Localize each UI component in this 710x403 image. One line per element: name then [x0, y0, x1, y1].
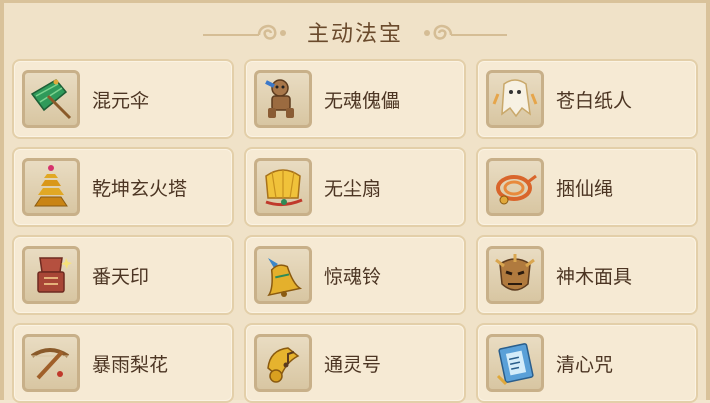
pagoda-icon — [34, 165, 68, 207]
artifact-label: 无魂傀儡 — [324, 89, 401, 112]
artifact-card-pagoda[interactable]: 乾坤玄火塔 — [12, 147, 234, 227]
artifact-label: 苍白纸人 — [556, 89, 633, 112]
paper-ghost-icon — [492, 79, 538, 118]
artifact-grid: 混元伞 无魂傀儡 苍白纸人 乾坤玄火塔 无尘扇 捆仙绳 番天印 惊魂铃 神木面具… — [12, 59, 698, 403]
mask-icon — [495, 254, 535, 291]
crossbow-icon-frame — [22, 334, 80, 392]
artifact-label: 番天印 — [92, 265, 150, 288]
artifact-card-crossbow[interactable]: 暴雨梨花 — [12, 323, 234, 403]
paper-ghost-icon-frame — [486, 70, 544, 128]
panel-header: 主动法宝 — [4, 9, 706, 55]
artifact-label: 通灵号 — [324, 353, 382, 376]
rope-icon — [496, 174, 537, 205]
scroll-book-icon — [496, 343, 534, 386]
umbrella-icon-frame — [22, 70, 80, 128]
artifact-label: 神木面具 — [556, 265, 633, 288]
artifact-card-umbrella[interactable]: 混元伞 — [12, 59, 234, 139]
mask-icon-frame — [486, 246, 544, 304]
artifact-card-rope[interactable]: 捆仙绳 — [476, 147, 698, 227]
seal-icon — [37, 257, 72, 293]
artifact-label: 混元伞 — [92, 89, 150, 112]
umbrella-icon — [30, 79, 72, 120]
artifact-card-paper-ghost[interactable]: 苍白纸人 — [476, 59, 698, 139]
artifact-label: 惊魂铃 — [324, 265, 382, 288]
horn-icon-frame — [254, 334, 312, 392]
crossbow-icon — [30, 348, 70, 380]
bell-icon — [267, 258, 303, 297]
scroll-book-icon-frame — [486, 334, 544, 392]
artifact-card-bell[interactable]: 惊魂铃 — [244, 235, 466, 315]
fan-icon-frame — [254, 158, 312, 216]
artifact-label: 乾坤玄火塔 — [92, 177, 188, 200]
artifact-label: 无尘扇 — [324, 177, 382, 200]
puppet-icon-frame — [254, 70, 312, 128]
artifact-card-mask[interactable]: 神木面具 — [476, 235, 698, 315]
puppet-icon — [265, 79, 294, 118]
artifact-card-puppet[interactable]: 无魂傀儡 — [244, 59, 466, 139]
horn-icon — [267, 347, 300, 383]
seal-icon-frame — [22, 246, 80, 304]
artifact-panel: 主动法宝 混元伞 无魂傀儡 苍白纸人 乾坤玄火塔 无尘扇 捆仙绳 番天印 惊魂铃… — [0, 0, 710, 403]
panel-title: 主动法宝 — [306, 22, 403, 47]
pagoda-icon-frame — [22, 158, 80, 216]
fan-icon — [265, 169, 303, 207]
bell-icon-frame — [254, 246, 312, 304]
artifact-label: 清心咒 — [556, 353, 614, 376]
left-cloud-ornament-icon — [202, 24, 286, 40]
artifact-label: 暴雨梨花 — [92, 353, 169, 376]
right-cloud-ornament-icon — [424, 24, 507, 40]
artifact-card-horn[interactable]: 通灵号 — [244, 323, 466, 403]
artifact-label: 捆仙绳 — [556, 177, 614, 200]
artifact-card-fan[interactable]: 无尘扇 — [244, 147, 466, 227]
artifact-card-seal[interactable]: 番天印 — [12, 235, 234, 315]
artifact-card-scroll-book[interactable]: 清心咒 — [476, 323, 698, 403]
rope-icon-frame — [486, 158, 544, 216]
